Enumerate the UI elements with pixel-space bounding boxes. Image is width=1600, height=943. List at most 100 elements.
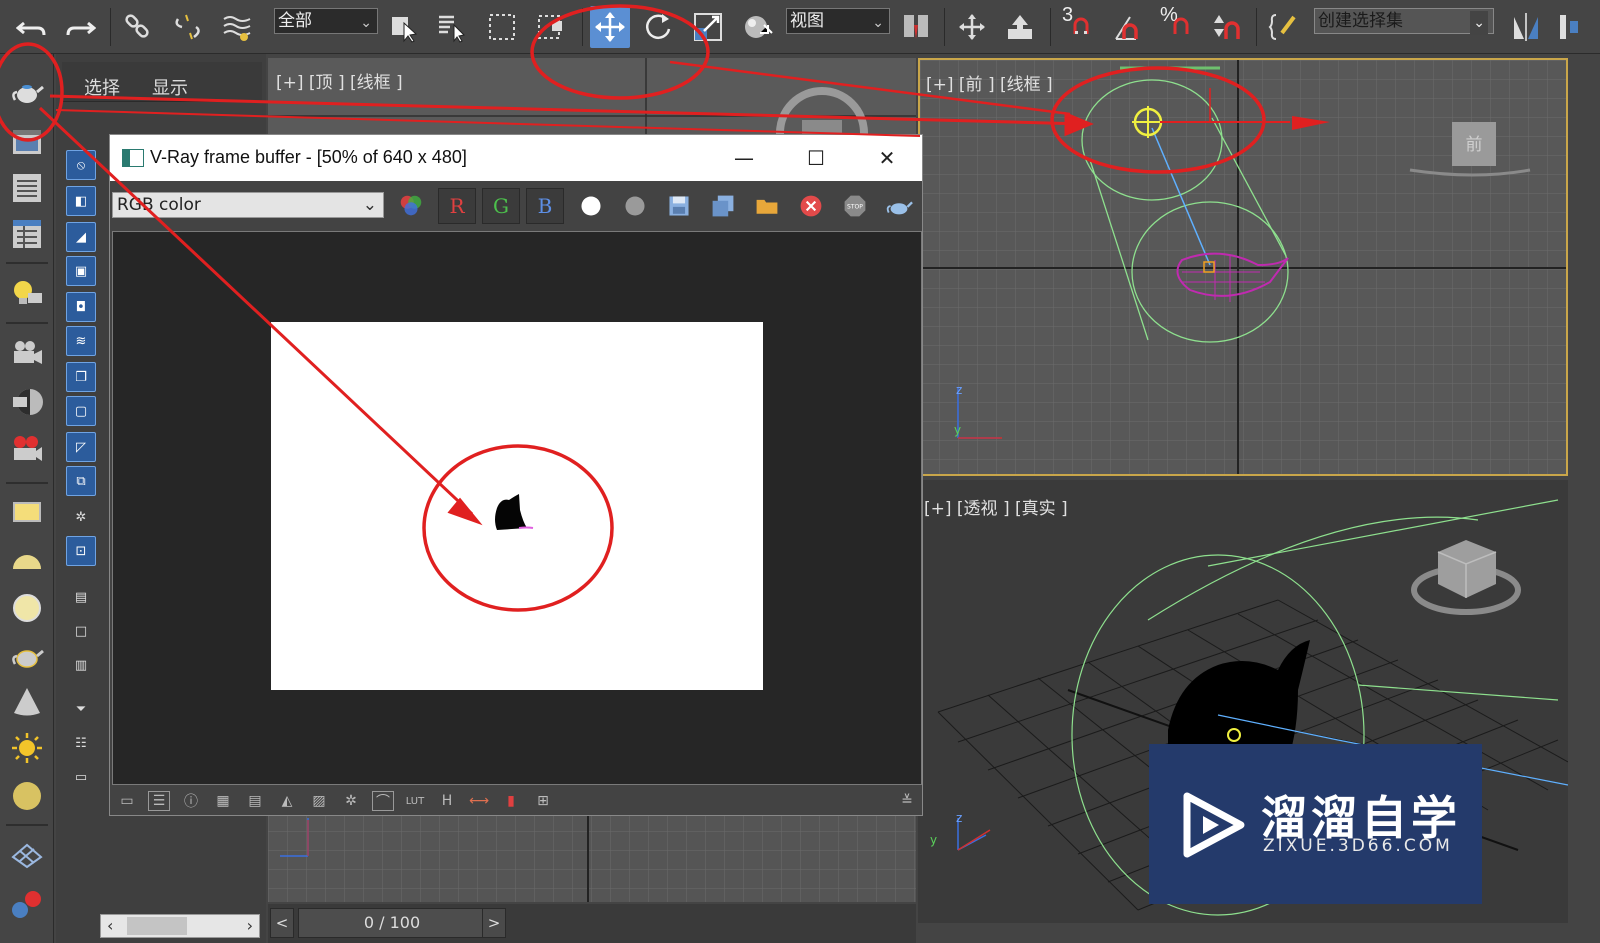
- vfb-color-map-icon[interactable]: ▦: [212, 791, 234, 811]
- align-button[interactable]: [1552, 6, 1592, 48]
- viewport-top[interactable]: [+] [顶 ] [线框 ]: [268, 58, 916, 141]
- tab-select[interactable]: 选择: [84, 74, 120, 100]
- no-entry-icon[interactable]: ⦸: [66, 150, 96, 180]
- placement-button[interactable]: [738, 6, 778, 48]
- spinner-snap-button[interactable]: [1206, 6, 1246, 48]
- minimize-button[interactable]: —: [721, 143, 767, 173]
- alpha-white-button[interactable]: [572, 188, 610, 224]
- prev-frame-button[interactable]: <: [270, 908, 294, 938]
- channel-dropdown[interactable]: RGB color ⌄: [112, 192, 384, 218]
- redo-button[interactable]: [60, 6, 100, 48]
- tab-display[interactable]: 显示: [152, 74, 188, 100]
- scroll-left-icon[interactable]: ‹: [107, 916, 113, 935]
- vfb-title-bar[interactable]: V-Ray frame buffer - [50% of 640 x 480] …: [110, 135, 922, 181]
- scatter-button[interactable]: [8, 836, 46, 872]
- spacewarp-filter-icon[interactable]: ≋: [66, 326, 96, 356]
- mirror-button[interactable]: [1506, 6, 1546, 48]
- vfb-curve-icon[interactable]: ⌒: [372, 791, 394, 811]
- group-filter-icon[interactable]: ❐: [66, 362, 96, 392]
- select-manipulate-button[interactable]: [952, 6, 992, 48]
- teapot-primitive-button[interactable]: [8, 638, 46, 674]
- color-channels-button[interactable]: [392, 188, 430, 224]
- light-filter-icon[interactable]: ◢: [66, 222, 96, 252]
- red-channel-button[interactable]: R: [438, 188, 476, 224]
- save-image-button[interactable]: [660, 188, 698, 224]
- viewport-front-label[interactable]: [+] [前 ] [线框 ]: [926, 70, 1053, 95]
- vfb-panel-icon[interactable]: ▭: [116, 791, 138, 811]
- vfb-gear-icon[interactable]: ✲: [340, 791, 362, 811]
- particle-filter-icon[interactable]: ✲: [66, 502, 96, 532]
- keyboard-shortcut-button[interactable]: [1000, 6, 1040, 48]
- stop-render-button[interactable]: STOP: [836, 188, 874, 224]
- frozen-filter-icon[interactable]: ⊡: [66, 536, 96, 566]
- geometry-filter-icon[interactable]: ◧: [66, 186, 96, 216]
- vfb-ab-icon[interactable]: ▮: [500, 791, 522, 811]
- display-invert-icon[interactable]: ▥: [66, 650, 96, 680]
- maximize-button[interactable]: ☐: [793, 143, 839, 173]
- display-all-icon[interactable]: ▤: [66, 582, 96, 612]
- camera-button[interactable]: [8, 336, 46, 372]
- window-crossing-button[interactable]: [532, 6, 572, 48]
- close-button[interactable]: ✕: [864, 143, 910, 173]
- edit-named-selection-button[interactable]: [1264, 6, 1304, 48]
- scene-explorer-button[interactable]: [8, 170, 46, 206]
- clear-image-button[interactable]: [792, 188, 830, 224]
- undo-button[interactable]: [12, 6, 52, 48]
- helper-filter-icon[interactable]: ◘: [66, 292, 96, 322]
- rect-selection-button[interactable]: [482, 6, 522, 48]
- pivot-center-button[interactable]: [896, 6, 936, 48]
- render-setup-button[interactable]: [8, 74, 46, 110]
- unlink-button[interactable]: [168, 6, 208, 48]
- sun-light-button[interactable]: [8, 730, 46, 766]
- viewport-left[interactable]: [268, 812, 916, 902]
- blue-channel-button[interactable]: B: [526, 188, 564, 224]
- render-presets-button[interactable]: [8, 384, 46, 420]
- move-tool-button[interactable]: [590, 6, 630, 48]
- percent-snap-button[interactable]: %: [1158, 4, 1198, 48]
- viewport-perspective-label[interactable]: [+] [透视 ] [真实 ]: [924, 494, 1068, 519]
- sphere-primitive-button[interactable]: [8, 590, 46, 626]
- frame-counter[interactable]: 0 / 100: [298, 908, 486, 938]
- rendered-frame-window-button[interactable]: [8, 124, 46, 160]
- vfb-collapse-icon[interactable]: ≚: [896, 791, 918, 811]
- snaps-toggle-button[interactable]: 3: [1058, 4, 1098, 48]
- angle-snap-button[interactable]: [1108, 6, 1148, 48]
- save-all-button[interactable]: [704, 188, 742, 224]
- link-button[interactable]: [118, 6, 158, 48]
- bone-filter-icon[interactable]: ◸: [66, 432, 96, 462]
- render-production-button[interactable]: [8, 432, 46, 468]
- bind-spacewarp-button[interactable]: [218, 6, 258, 48]
- vfb-lut-icon[interactable]: LUT: [404, 791, 426, 811]
- material-editor-button[interactable]: [8, 886, 46, 922]
- time-slider[interactable]: < 0 / 100 >: [268, 904, 916, 943]
- dome-primitive-button[interactable]: [8, 542, 46, 578]
- plane-primitive-button[interactable]: [8, 494, 46, 530]
- xref-filter-icon[interactable]: ▢: [66, 396, 96, 426]
- hierarchy-filter-icon[interactable]: ☷: [66, 728, 96, 758]
- select-object-button[interactable]: [384, 6, 424, 48]
- vfb-levels-icon[interactable]: ▤: [244, 791, 266, 811]
- viewport-front[interactable]: z y 前 [+] [前 ] [线框 ]: [918, 58, 1568, 476]
- select-by-name-button[interactable]: [432, 6, 472, 48]
- selection-filter-dropdown[interactable]: 全部 ⌄: [274, 8, 378, 34]
- vfb-info-icon[interactable]: ⓘ: [180, 791, 202, 811]
- vfb-histogram-icon[interactable]: ◭: [276, 791, 298, 811]
- container-filter-icon[interactable]: ⧉: [66, 466, 96, 496]
- cone-primitive-button[interactable]: [8, 684, 46, 720]
- reference-coord-dropdown[interactable]: 视图 ⌄: [786, 8, 890, 34]
- vfb-hsl-icon[interactable]: H: [436, 791, 458, 811]
- scroll-thumb[interactable]: [127, 917, 187, 935]
- light-lister-button[interactable]: [8, 276, 46, 312]
- vfb-history-icon[interactable]: ☰: [148, 791, 170, 811]
- vfb-compare-icon[interactable]: ⟷: [468, 791, 490, 811]
- named-selection-dropdown[interactable]: 创建选择集 ⌄: [1314, 8, 1494, 35]
- scroll-right-icon[interactable]: ›: [247, 916, 253, 935]
- scale-tool-button[interactable]: [688, 6, 728, 48]
- render-button[interactable]: [880, 188, 918, 224]
- rotate-tool-button[interactable]: [638, 6, 678, 48]
- layer-filter-icon[interactable]: ▭: [66, 762, 96, 792]
- panel-horizontal-scrollbar[interactable]: ‹ ›: [100, 914, 260, 938]
- monochrome-button[interactable]: [616, 188, 654, 224]
- sphere-light-button[interactable]: [8, 778, 46, 814]
- camera-filter-icon[interactable]: ▣: [66, 256, 96, 286]
